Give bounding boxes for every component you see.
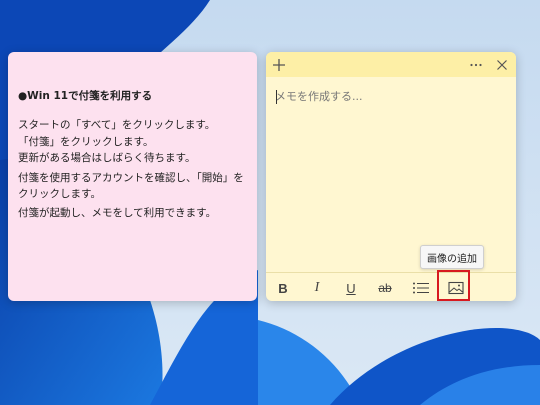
bulleted-list-icon xyxy=(413,282,429,294)
close-icon xyxy=(497,59,507,70)
more-icon xyxy=(470,63,482,66)
more-options-button[interactable] xyxy=(463,52,489,77)
close-note-button[interactable] xyxy=(489,52,515,77)
highlight-box xyxy=(437,270,470,301)
formatting-toolbar: B I U ab xyxy=(266,272,516,302)
bold-button[interactable]: B xyxy=(271,278,295,298)
note-line: スタートの「すべて」をクリックします。 xyxy=(18,119,216,132)
note-line: 付箋を使用するアカウントを確認し、「開始」をクリックします。 xyxy=(18,171,244,201)
note-line: 「付箋」をクリックします。 xyxy=(18,135,154,148)
strikethrough-button[interactable]: ab xyxy=(373,278,397,298)
bulleted-list-button[interactable] xyxy=(409,278,433,298)
sticky-note-pink[interactable]: ●Win 11で付箋を利用する スタートの「すべて」をクリックします。 「付箋」… xyxy=(8,52,257,301)
text-caret xyxy=(276,90,277,104)
note-line: 更新がある場合はしばらく待ちます。 xyxy=(18,152,196,165)
new-note-button[interactable] xyxy=(266,52,292,77)
italic-button[interactable]: I xyxy=(305,278,329,298)
note-heading: ●Win 11で付箋を利用する xyxy=(18,90,153,102)
note-titlebar[interactable] xyxy=(266,52,516,77)
add-image-tooltip: 画像の追加 xyxy=(420,245,484,269)
plus-icon xyxy=(273,58,285,71)
underline-button[interactable]: U xyxy=(339,278,363,298)
note-content: ●Win 11で付箋を利用する スタートの「すべて」をクリックします。 「付箋」… xyxy=(18,88,249,222)
note-line: 付箋が起動し、メモをして利用できます。 xyxy=(18,207,217,220)
